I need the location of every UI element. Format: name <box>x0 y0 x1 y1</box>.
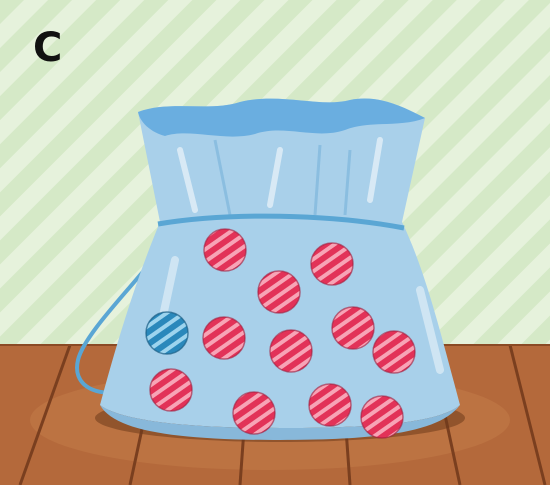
bag-top <box>138 98 425 222</box>
scene: C <box>0 0 550 485</box>
illustration <box>0 0 550 485</box>
panel-label: C <box>33 25 63 71</box>
